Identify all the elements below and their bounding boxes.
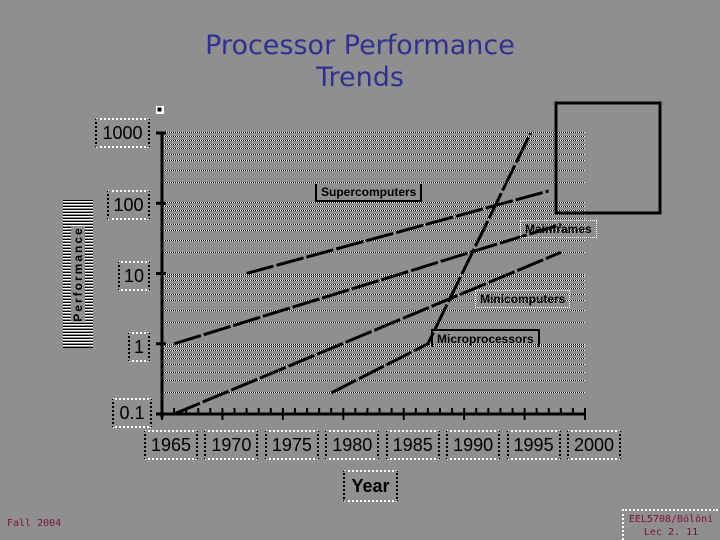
grid-line [164,160,585,162]
x-tick-label: 1975 [264,430,319,460]
grid-line [164,139,585,141]
grid-line [164,276,585,278]
grid-line [164,181,585,183]
x-tick-label: 1995 [506,430,561,460]
empty-frame [554,101,662,215]
y-tick-label: 10 [118,261,150,291]
x-tick-label: 1965 [144,430,198,460]
grid-line [164,273,585,275]
series-label-mainframes: Mainframes [520,220,597,238]
grid-line [164,364,585,366]
grid-line [164,209,585,211]
y-tick-label: 1000 [95,118,150,148]
series-label-supercomputers: Supercomputers [315,184,423,202]
footer-date: Fall 2004 [7,518,62,529]
grid-line [164,309,585,311]
grid-line [164,251,585,253]
footer-course-box: EEL5708/Bölöni Lec 2. 11 [622,509,718,540]
grid-line [164,379,585,381]
grid-line [164,350,585,352]
x-tick-label: 1970 [204,430,259,460]
grid-line [164,205,585,207]
x-axis-label: Year [343,470,398,502]
grid-line [164,213,585,215]
grid-line [164,169,585,171]
grid-line [164,322,585,324]
grid-line [164,135,585,137]
x-tick-label: 2000 [567,430,621,460]
grid-line [164,202,585,204]
y-axis-label: Performance [63,200,93,348]
y-tick-label: 0.1 [112,398,152,428]
x-tick-label: 1985 [385,430,440,460]
grid-line [164,132,585,134]
grid-line [164,358,585,360]
grid-line [164,143,585,145]
grid-line [164,354,585,356]
series-label-minicomputers: Minicomputers [475,290,571,308]
handle-marker-inner [157,107,162,112]
x-tick-label: 1980 [325,430,380,460]
x-tick-label: 1990 [446,430,501,460]
y-tick-label: 1 [128,332,150,362]
series-label-microprocessors: Microprocessors [431,329,540,347]
y-tick-label: 100 [107,190,150,220]
footer-course: EEL5708/Bölöni [628,514,714,525]
footer-lecture: Lec 2. 11 [643,527,699,538]
